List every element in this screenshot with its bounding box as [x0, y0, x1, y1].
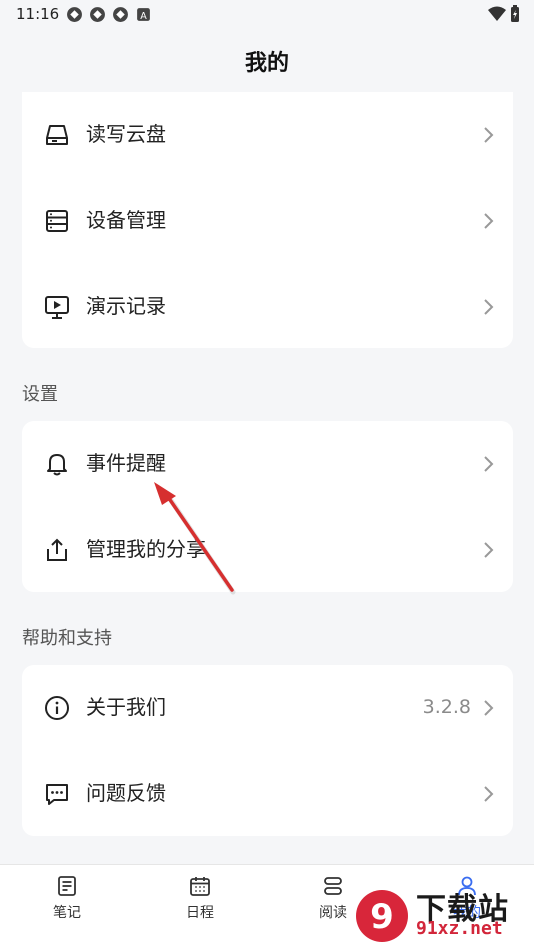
svg-text:9: 9	[370, 897, 394, 937]
menu-item-label: 事件提醒	[86, 451, 166, 475]
presentation-icon	[45, 296, 69, 319]
bell-icon	[47, 454, 67, 476]
menu-item-presentation-records[interactable]: 演示记录	[22, 264, 513, 350]
chevron-right-icon	[484, 456, 494, 472]
watermark-url: 91xz.net	[416, 918, 503, 939]
tab-notes[interactable]: 笔记	[0, 865, 134, 950]
wifi-icon	[488, 6, 506, 21]
menu-item-about-us[interactable]: 关于我们 3.2.8	[22, 665, 513, 751]
watermark-logo-icon: 9	[356, 890, 408, 942]
menu-item-label: 设备管理	[86, 208, 166, 232]
section-title-help: 帮助和支持	[22, 628, 112, 649]
tab-schedule[interactable]: 日程	[133, 865, 267, 950]
battery-icon	[511, 5, 519, 22]
chevron-right-icon	[484, 299, 494, 315]
menu-item-feedback[interactable]: 问题反馈	[22, 751, 513, 837]
info-icon	[45, 696, 69, 720]
services-card: 读写云盘 设备管理 演示记录	[22, 92, 513, 348]
chevron-right-icon	[484, 213, 494, 229]
tab-label: 笔记	[53, 905, 81, 921]
cloud-drive-icon	[46, 125, 68, 145]
feedback-icon	[46, 784, 68, 805]
notification-icon	[90, 7, 105, 22]
menu-item-label: 问题反馈	[86, 781, 166, 805]
page-header: 我的	[0, 40, 534, 88]
status-system-icons	[488, 5, 520, 23]
device-list-icon	[46, 210, 68, 232]
chevron-right-icon	[484, 127, 494, 143]
chevron-right-icon	[484, 700, 494, 716]
svg-text:A: A	[140, 11, 147, 22]
menu-item-event-reminder[interactable]: 事件提醒	[22, 421, 513, 507]
menu-item-label: 关于我们	[86, 695, 166, 719]
section-title-settings: 设置	[22, 384, 58, 405]
settings-card: 事件提醒 管理我的分享	[22, 421, 513, 592]
menu-item-label: 演示记录	[86, 294, 166, 318]
menu-item-cloud-drive[interactable]: 读写云盘	[22, 92, 513, 178]
menu-item-label: 读写云盘	[86, 122, 166, 146]
notes-icon	[58, 876, 76, 896]
calendar-icon	[190, 877, 210, 896]
share-icon	[47, 538, 67, 561]
menu-item-manage-shares[interactable]: 管理我的分享	[22, 507, 513, 593]
reading-icon	[324, 877, 342, 895]
status-bar: 11:16 A	[0, 0, 534, 30]
notification-a-icon: A	[137, 8, 150, 22]
notification-icon	[67, 7, 82, 22]
help-card: 关于我们 3.2.8 问题反馈	[22, 665, 513, 836]
chevron-right-icon	[484, 542, 494, 558]
menu-item-label: 管理我的分享	[86, 537, 206, 561]
tab-label: 日程	[186, 905, 214, 921]
status-time: 11:16	[16, 5, 60, 23]
page-title: 我的	[244, 51, 289, 76]
watermark: 9 下载站 91xz.net	[352, 884, 528, 946]
status-notification-icons: A	[66, 6, 152, 23]
version-value: 3.2.8	[422, 696, 471, 718]
notification-icon	[113, 7, 128, 22]
chevron-right-icon	[484, 786, 494, 802]
menu-item-device-management[interactable]: 设备管理	[22, 178, 513, 264]
